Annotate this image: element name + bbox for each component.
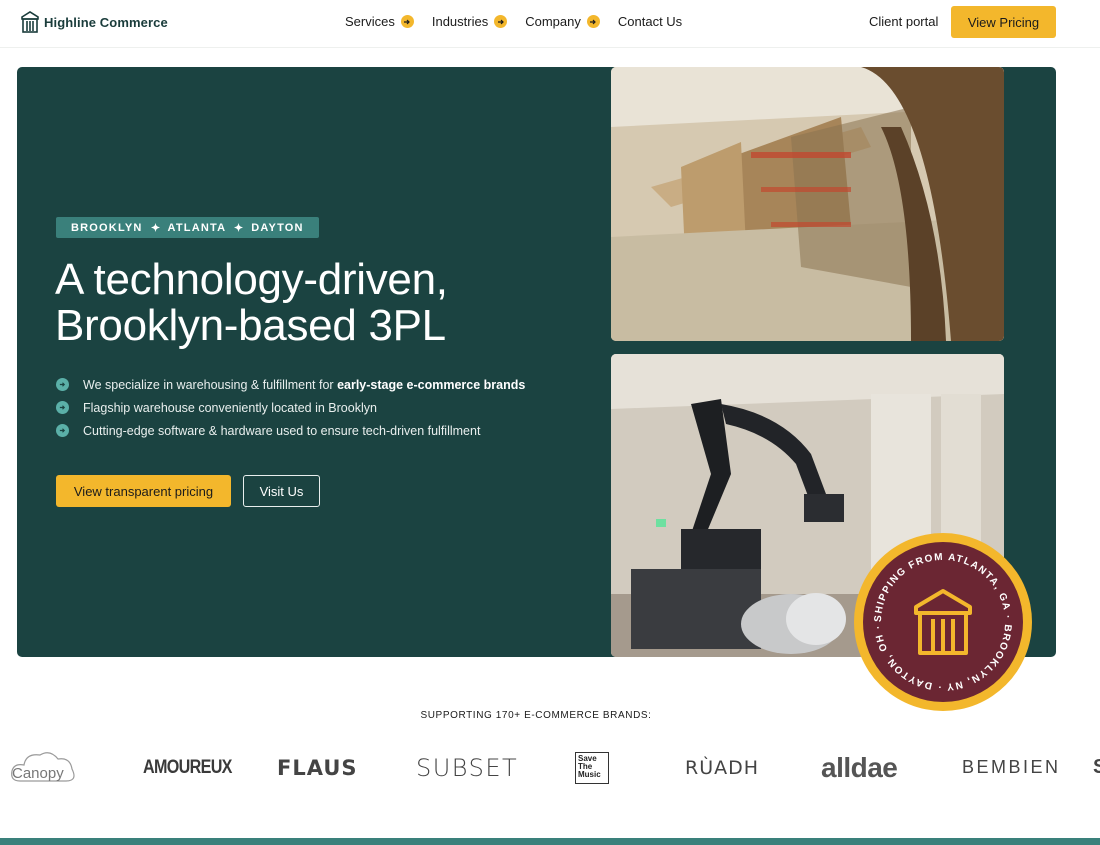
locations-tag: BROOKLYN ATLANTA DAYTON — [56, 217, 319, 238]
menu-item-industries[interactable]: Industries — [431, 14, 508, 29]
logo-building-icon — [21, 11, 39, 33]
bullet-arrow-icon — [56, 424, 69, 437]
logo-text: Highline Commerce — [44, 14, 168, 30]
list-item-text: Cutting-edge software & hardware used to… — [83, 423, 481, 438]
brand-logo-partial: S — [1093, 756, 1100, 778]
menu-item-label: Company — [525, 14, 581, 29]
star-separator-icon — [150, 223, 160, 232]
list-item-text: We specialize in warehousing & fulfillme… — [83, 377, 526, 392]
brand-logo-amoureux: AMOUREUX — [143, 756, 232, 778]
list-item: Flagship warehouse conveniently located … — [56, 396, 525, 419]
brand-logo-subset: SUBSET — [416, 753, 519, 782]
bullet-arrow-icon — [56, 378, 69, 391]
menu-item-services[interactable]: Services — [345, 14, 414, 29]
visit-us-button[interactable]: Visit Us — [243, 475, 320, 507]
shipping-locations-badge: SHIPPING FROM ATLANTA, GA · BROOKLYN, NY… — [854, 533, 1032, 711]
brand-logo-alldae: alldae — [821, 751, 898, 783]
view-pricing-button[interactable]: View Pricing — [951, 6, 1056, 38]
brand-logo-canopy: Canopy — [11, 745, 75, 790]
top-navigation: Highline Commerce Services Industries Co… — [0, 0, 1100, 48]
menu-item-label: Contact Us — [617, 14, 683, 29]
brand-logos-strip: Canopy AMOUREUX FLAUS SUBSET Save The Mu… — [0, 745, 1100, 795]
feature-list: We specialize in warehousing & fulfillme… — [56, 373, 525, 442]
logo[interactable]: Highline Commerce — [20, 11, 168, 33]
headline-line-1: A technology-driven, — [55, 255, 448, 304]
arrow-right-icon — [586, 15, 600, 28]
list-item: We specialize in warehousing & fulfillme… — [56, 373, 525, 396]
list-item: Cutting-edge software & hardware used to… — [56, 419, 525, 442]
menu-item-company[interactable]: Company — [525, 14, 600, 29]
warehouse-photo — [611, 67, 1004, 341]
brand-logo-flaus: FLAUS — [277, 755, 358, 780]
brand-logo-bembien: BEMBIEN — [962, 757, 1061, 777]
brand-name: Canopy — [12, 765, 64, 782]
list-item-text: Flagship warehouse conveniently located … — [83, 400, 377, 415]
menu-item-label: Services — [345, 14, 395, 29]
brands-heading: SUPPORTING 170+ E-COMMERCE BRANDS: — [420, 710, 652, 721]
headline-line-2: Brooklyn-based 3PL — [55, 301, 446, 350]
bullet-arrow-icon — [56, 401, 69, 414]
view-transparent-pricing-button[interactable]: View transparent pricing — [56, 475, 231, 507]
arrow-right-icon — [494, 15, 508, 28]
hero-headline: A technology-driven, Brooklyn-based 3PL — [55, 257, 575, 349]
brand-logo-ruadh: RÙADH — [685, 756, 760, 779]
location-brooklyn: BROOKLYN — [71, 221, 143, 234]
star-separator-icon — [234, 223, 244, 232]
menu-item-contact[interactable]: Contact Us — [618, 14, 682, 29]
arrow-right-icon — [400, 15, 414, 28]
client-portal-link[interactable]: Client portal — [869, 14, 938, 29]
menu-item-label: Industries — [431, 14, 489, 29]
main-menu: Services Industries Company Contact Us — [345, 14, 682, 29]
brand-logo-save-the-music: Save The Music — [575, 752, 609, 784]
location-atlanta: ATLANTA — [167, 221, 227, 234]
next-section-edge — [0, 838, 1100, 845]
location-dayton: DAYTON — [251, 221, 304, 234]
